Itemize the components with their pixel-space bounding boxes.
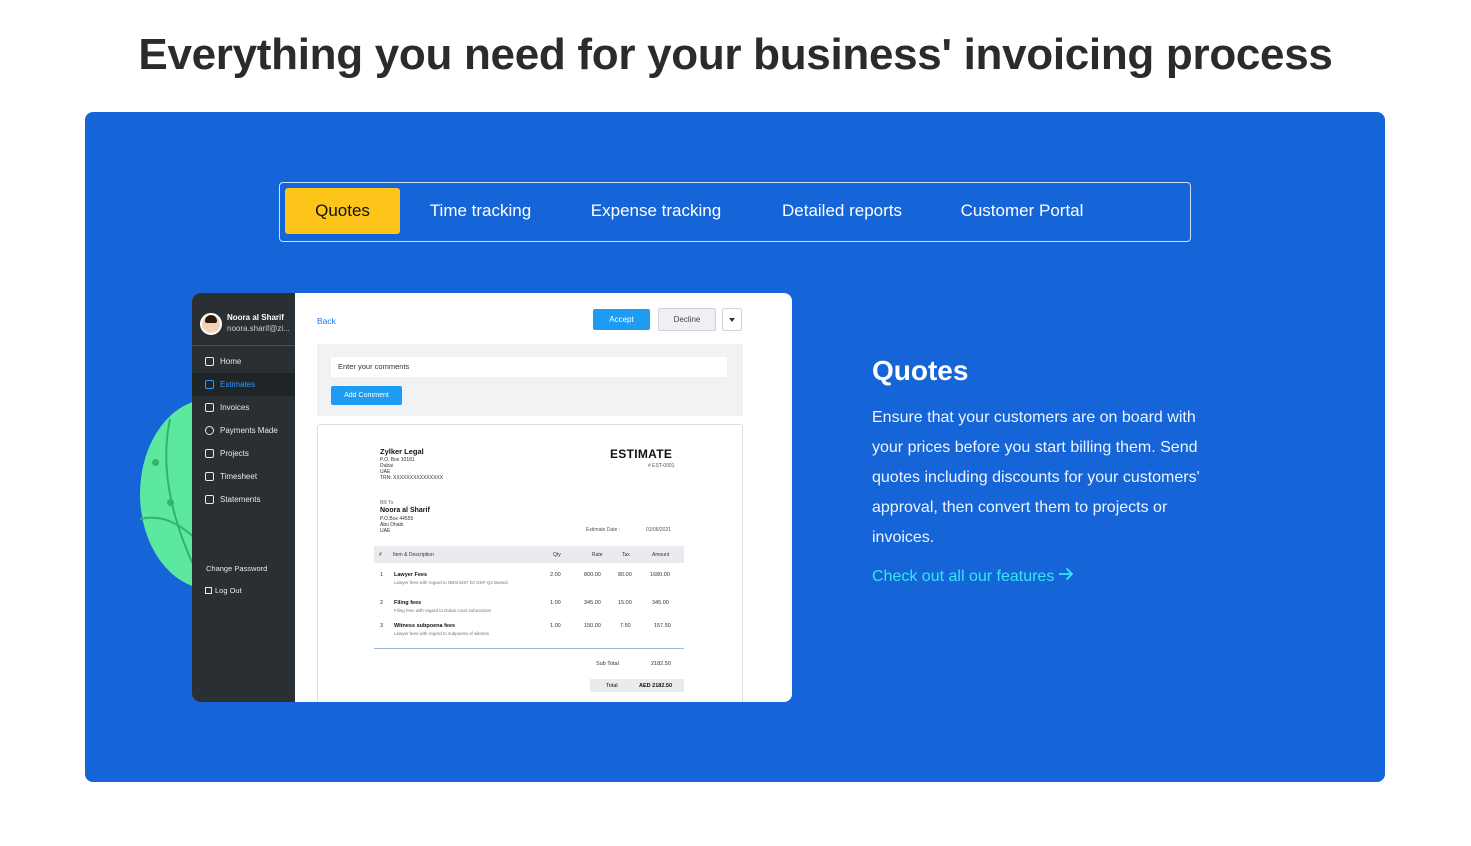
feature-panel: Quotes Time tracking Expense tracking De…: [85, 112, 1385, 782]
row-qty: 2.00: [550, 572, 561, 578]
sidebar-item-estimates[interactable]: Estimates: [192, 373, 295, 396]
app-screenshot: Noora al Sharif noora.sharif@zi... Home …: [192, 293, 792, 702]
row-description: Lawyer fees with regard to NBS/4487 for …: [394, 580, 508, 585]
subtotal-label: Sub Total: [596, 661, 619, 667]
estimate-date-label: Estimate Date :: [586, 527, 621, 533]
column-header: Qty: [553, 552, 561, 558]
column-header: Tax: [622, 552, 630, 558]
row-rate: 150.00: [584, 623, 601, 629]
payment-icon: [205, 426, 214, 435]
sidebar-item-label: Payments Made: [220, 426, 278, 435]
row-description: Lawyer fees with regard to subpoena of w…: [394, 631, 490, 636]
tab-detailed-reports[interactable]: Detailed reports: [772, 188, 912, 234]
feature-title: Quotes: [872, 355, 969, 386]
sidebar-item-label: Statements: [220, 495, 261, 504]
accept-button[interactable]: Accept: [593, 309, 650, 330]
chevron-down-icon[interactable]: [722, 308, 742, 331]
column-header: Rate: [592, 552, 603, 558]
app-main: Back Accept Decline Enter your comments …: [295, 293, 792, 702]
sidebar-item-home[interactable]: Home: [192, 350, 295, 373]
row-item: Filing fees: [394, 600, 422, 606]
logout-icon: [205, 587, 212, 594]
sidebar-item-label: Projects: [220, 449, 249, 458]
total-label: Total: [606, 683, 618, 689]
decline-button[interactable]: Decline: [658, 308, 716, 331]
subtotal-value: 2182.50: [651, 661, 671, 667]
invoice-icon: [205, 403, 214, 412]
comment-section: Enter your comments Add Comment: [317, 344, 743, 416]
tab-customer-portal[interactable]: Customer Portal: [954, 188, 1090, 234]
tab-quotes[interactable]: Quotes: [285, 188, 400, 234]
column-header: Amount: [652, 552, 670, 558]
row-rate: 345.00: [584, 600, 601, 606]
row-number: 2: [380, 600, 384, 606]
calendar-icon: [205, 472, 214, 481]
app-sidebar: Noora al Sharif noora.sharif@zi... Home …: [192, 293, 295, 702]
bill-to-label: Bill To: [380, 500, 394, 506]
logout-link[interactable]: Log Out: [205, 586, 242, 595]
column-header: Item & Description: [393, 552, 434, 558]
features-link-label: Check out all our features: [872, 568, 1055, 585]
sidebar-item-label: Invoices: [220, 403, 250, 412]
sidebar-item-label: Timesheet: [220, 472, 258, 481]
sidebar-item-payments-made[interactable]: Payments Made: [192, 419, 295, 442]
feature-body: Ensure that your customers are on board …: [872, 409, 1200, 546]
row-number: 3: [380, 623, 384, 629]
sidebar-item-label: Home: [220, 357, 242, 366]
sidebar-item-timesheet[interactable]: Timesheet: [192, 465, 295, 488]
client-address-line: UAE: [380, 528, 391, 534]
logout-label: Log Out: [215, 586, 242, 595]
row-tax: 7.50: [620, 623, 631, 629]
row-description: Filing fees with regard to Dubai court s…: [394, 608, 492, 613]
change-password-link[interactable]: Change Password: [206, 564, 267, 573]
features-link[interactable]: Check out all our features: [872, 567, 1074, 586]
document-title: ESTIMATE: [610, 447, 673, 461]
tab-time-tracking[interactable]: Time tracking: [420, 188, 541, 234]
table-header: # Item & Description Qty Rate Tax Amount: [374, 546, 684, 563]
row-qty: 1.00: [550, 623, 561, 629]
tab-expense-tracking[interactable]: Expense tracking: [580, 188, 732, 234]
feature-description: Quotes Ensure that your customers are on…: [872, 355, 1212, 586]
row-number: 1: [380, 572, 384, 578]
estimate-date: 01/06/2021: [646, 527, 672, 533]
row-qty: 1.00: [550, 600, 561, 606]
project-icon: [205, 449, 214, 458]
row-tax: 80.00: [618, 572, 632, 578]
row-rate: 800.00: [584, 572, 601, 578]
row-amount: 157.50: [654, 623, 671, 629]
arrow-right-icon: [1058, 567, 1074, 586]
feature-tabs: Quotes Time tracking Expense tracking De…: [279, 182, 1191, 242]
total-value: AED 2182.50: [639, 683, 673, 689]
company-trn: TRN: XXXXXXXXXXXXXXX: [380, 475, 444, 481]
row-item: Witness subpoena fees: [394, 623, 456, 629]
column-header: #: [379, 552, 382, 558]
sidebar-item-label: Estimates: [220, 380, 256, 389]
statement-icon: [205, 495, 214, 504]
table-divider: [374, 648, 684, 649]
page-headline: Everything you need for your business' i…: [138, 30, 1333, 79]
estimate-number: # EST-0001: [648, 463, 675, 469]
user-profile[interactable]: Noora al Sharif noora.sharif@zi...: [200, 311, 292, 347]
estimate-document: Zylker Legal P.O. Box 10181 Dubai UAE TR…: [317, 424, 743, 702]
home-icon: [205, 357, 214, 366]
estimate-icon: [205, 380, 214, 389]
user-email: noora.sharif@zi...: [227, 324, 290, 333]
avatar: [200, 313, 222, 335]
add-comment-button[interactable]: Add Comment: [331, 386, 402, 405]
user-name: Noora al Sharif: [227, 313, 284, 322]
client-name: Noora al Sharif: [380, 507, 430, 514]
sidebar-item-projects[interactable]: Projects: [192, 442, 295, 465]
row-amount: 345.00: [652, 600, 669, 606]
row-item: Lawyer Fees: [394, 572, 428, 578]
sidebar-divider: [192, 345, 295, 346]
back-link[interactable]: Back: [317, 316, 336, 326]
company-name: Zylker Legal: [380, 447, 424, 456]
row-tax: 15.00: [618, 600, 632, 606]
comment-input[interactable]: Enter your comments: [331, 357, 727, 377]
sidebar-item-invoices[interactable]: Invoices: [192, 396, 295, 419]
sidebar-item-statements[interactable]: Statements: [192, 488, 295, 511]
row-amount: 1680.00: [650, 572, 670, 578]
